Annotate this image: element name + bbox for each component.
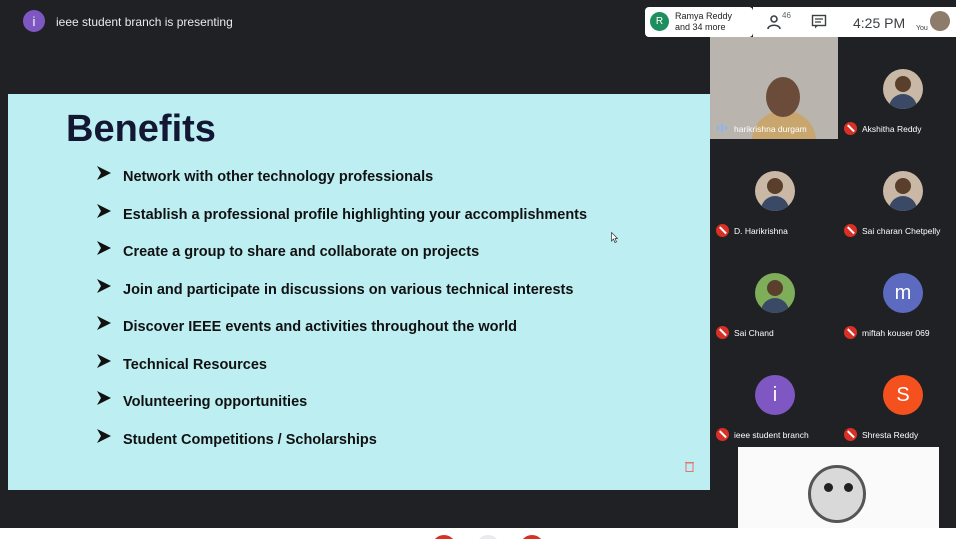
participant-tile[interactable]: i ieee student branch — [710, 343, 838, 443]
clock: 4:25 PM — [853, 15, 906, 31]
bullet-text: Student Competitions / Scholarships — [123, 431, 377, 448]
arrow-bullet-icon — [97, 203, 111, 218]
slide-title: Benefits — [66, 108, 216, 150]
bullet-text: Technical Resources — [123, 356, 267, 373]
participant-name: harikrishna durgam — [734, 124, 807, 134]
mic-off-icon — [844, 122, 857, 135]
self-view-tile[interactable] — [738, 447, 939, 529]
mic-off-icon — [844, 428, 857, 441]
avatar — [883, 69, 923, 109]
participant-name: miftah kouser 069 — [862, 328, 930, 338]
bullet-text: Network with other technology profession… — [123, 169, 434, 185]
self-view-eye — [824, 483, 833, 492]
participant-tile[interactable]: Sai charan Chetpelly — [838, 139, 956, 239]
participant-tile[interactable]: Sai Chand — [710, 241, 838, 341]
arrow-bullet-icon — [97, 316, 111, 330]
you-label: You — [916, 25, 928, 32]
bottom-control-bar — [0, 528, 956, 539]
camera-feed-head — [766, 77, 800, 117]
participant-name: ieee student branch — [734, 430, 809, 440]
mic-off-icon — [716, 326, 729, 339]
participant-tile[interactable]: Akshitha Reddy — [838, 37, 956, 137]
avatar: m — [883, 273, 923, 313]
avatar — [755, 273, 795, 313]
arrow-bullet-icon — [97, 241, 111, 255]
arrow-bullet-icon — [97, 391, 111, 405]
bullet-text: Create a group to share and collaborate … — [123, 244, 480, 260]
arrow-bullet-icon — [97, 428, 111, 443]
participant-name: Shresta Reddy — [862, 430, 919, 440]
active-speaker-tile[interactable]: harikrishna durgam — [710, 37, 838, 139]
trash-icon — [685, 462, 694, 472]
bullet-text: Establish a professional profile highlig… — [123, 206, 588, 223]
participant-tile[interactable]: D. Harikrishna — [710, 139, 838, 239]
participant-tile[interactable]: S Shresta Reddy — [838, 343, 956, 443]
avatar: i — [755, 375, 795, 415]
bullet-text: Join and participate in discussions on v… — [123, 281, 574, 298]
avatar: S — [883, 375, 923, 415]
arrow-bullet-icon — [97, 278, 111, 293]
mic-off-icon — [716, 428, 729, 441]
self-view-face — [808, 465, 866, 523]
chip-line-2: and 34 more — [675, 22, 726, 32]
presenting-status: ieee student branch is presenting — [56, 15, 233, 29]
chat-icon[interactable] — [811, 14, 827, 30]
speaking-indicator-icon — [717, 124, 727, 132]
presenter-avatar: i — [23, 10, 45, 32]
chip-line-1: Ramya Reddy — [675, 11, 733, 21]
self-avatar[interactable] — [930, 11, 950, 31]
participant-name: D. Harikrishna — [734, 226, 788, 236]
bullet-text: Volunteering opportunities — [123, 394, 308, 410]
self-view-eye — [844, 483, 853, 492]
participant-name: Akshitha Reddy — [862, 124, 922, 134]
arrow-bullet-icon — [97, 166, 111, 180]
mic-off-icon — [844, 326, 857, 339]
participant-name: Sai Chand — [734, 328, 774, 338]
participant-tile[interactable]: m miftah kouser 069 — [838, 241, 956, 341]
top-bar: i ieee student branch is presenting R Ra… — [0, 0, 956, 38]
participants-chip[interactable]: R Ramya Reddy and 34 more — [645, 7, 753, 37]
avatar — [883, 171, 923, 211]
mic-off-icon — [844, 224, 857, 237]
chip-avatar: R — [650, 12, 669, 31]
participant-name: Sai charan Chetpelly — [862, 226, 941, 236]
bullet-text: Discover IEEE events and activities thro… — [123, 319, 517, 335]
arrow-bullet-icon — [97, 353, 111, 368]
meeting-tray: 46 4:25 PM You — [753, 7, 956, 37]
presentation-slide: Benefits Network with other technology p… — [8, 94, 710, 490]
avatar — [755, 171, 795, 211]
participant-count: 46 — [782, 11, 791, 20]
mouse-cursor-icon — [611, 232, 618, 243]
mic-off-icon — [716, 224, 729, 237]
